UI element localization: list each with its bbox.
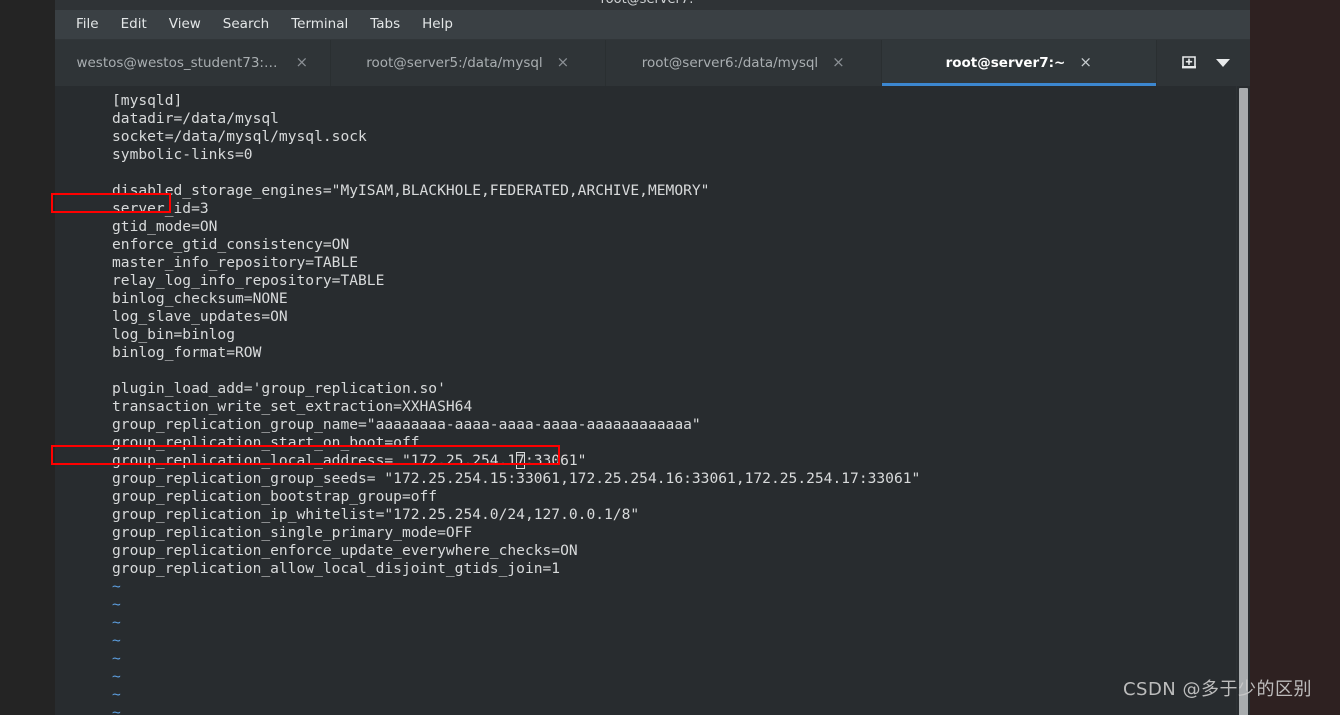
tab-label: root@server7:~: [945, 54, 1066, 71]
terminal-empty-line-marker: ~: [112, 703, 121, 715]
menu-terminal[interactable]: Terminal: [280, 12, 359, 36]
scrollbar-thumb[interactable]: [1239, 87, 1248, 715]
tab-root-server5[interactable]: root@server5:/data/mysql ×: [330, 39, 606, 86]
terminal-line: group_replication_local_address= "172.25…: [112, 451, 1236, 470]
terminal-line: group_replication_allow_local_disjoint_g…: [112, 559, 561, 577]
terminal-empty-line-marker: ~: [112, 649, 121, 667]
terminal-line: group_replication_group_seeds= "172.25.2…: [112, 469, 921, 487]
terminal-text-area[interactable]: [mysqld] datadir=/data/mysql socket=/data/…: [55, 85, 1236, 715]
terminal-line: relay_log_info_repository=TABLE: [112, 271, 385, 289]
terminal-empty-line-marker: ~: [112, 631, 121, 649]
menubar: File Edit View Search Terminal Tabs Help: [55, 9, 1250, 40]
terminal-empty-line-marker: ~: [112, 685, 121, 703]
terminal-line: socket=/data/mysql/mysql.sock: [112, 127, 367, 145]
tabbar-controls: [1157, 39, 1250, 86]
tab-label: root@server5:/data/mysql: [366, 54, 543, 71]
terminal-line: group_replication_single_primary_mode=OF…: [112, 523, 473, 541]
terminal-empty-line-marker: ~: [112, 667, 121, 685]
terminal-line: disabled_storage_engines="MyISAM,BLACKHO…: [112, 181, 710, 199]
desktop-background: [0, 0, 55, 715]
window-title: root@server7:~: [55, 0, 1250, 6]
tab-close-icon[interactable]: ×: [832, 55, 845, 70]
terminal-scrollbar[interactable]: [1236, 85, 1250, 715]
menu-tabs[interactable]: Tabs: [359, 12, 411, 36]
terminal-line: group_replication_group_name="aaaaaaaa-a…: [112, 415, 701, 433]
terminal-window: root@server7:~ File Edit View Search Ter…: [55, 0, 1250, 715]
terminal-empty-line-marker: ~: [112, 577, 121, 595]
menu-view[interactable]: View: [158, 12, 212, 36]
terminal-line: group_replication_bootstrap_group=off: [112, 487, 438, 505]
tab-close-icon[interactable]: ×: [1079, 55, 1092, 70]
tab-root-server6[interactable]: root@server6:/data/mysql ×: [606, 39, 882, 86]
terminal-line: [mysqld]: [112, 91, 183, 109]
menu-edit[interactable]: Edit: [110, 12, 158, 36]
terminal-line: group_replication_start_on_boot=off: [112, 433, 420, 451]
terminal-empty-line-marker: ~: [112, 595, 121, 613]
chevron-down-icon[interactable]: [1215, 58, 1230, 67]
terminal-line: group_replication_ip_whitelist="172.25.2…: [112, 505, 640, 523]
terminal-line: plugin_load_add='group_replication.so': [112, 379, 446, 397]
tab-root-server7[interactable]: root@server7:~ ×: [881, 39, 1157, 86]
terminal-cursor: 7: [516, 451, 525, 469]
terminal-line: group_replication_enforce_update_everywh…: [112, 541, 578, 559]
terminal-line: binlog_format=ROW: [112, 343, 262, 361]
screen: root@server7:~ File Edit View Search Ter…: [0, 0, 1340, 715]
new-tab-icon[interactable]: [1178, 50, 1200, 76]
terminal-line: enforce_gtid_consistency=ON: [112, 235, 350, 253]
tab-close-icon[interactable]: ×: [295, 55, 308, 70]
terminal-line: datadir=/data/mysql: [112, 109, 279, 127]
tab-label: westos@westos_student73:~…: [76, 54, 282, 71]
tabbar: westos@westos_student73:~… × root@server…: [55, 39, 1250, 86]
watermark: CSDN @多于少的区别: [1122, 679, 1312, 700]
tab-label: root@server6:/data/mysql: [641, 54, 819, 71]
terminal-line: log_slave_updates=ON: [112, 307, 288, 325]
terminal-empty-line-marker: ~: [112, 613, 121, 631]
terminal-body: [mysqld] datadir=/data/mysql socket=/data/…: [55, 85, 1250, 715]
menu-search[interactable]: Search: [212, 12, 280, 36]
tab-westos-student73[interactable]: westos@westos_student73:~… ×: [55, 39, 331, 86]
terminal-line: server_id=3: [112, 199, 209, 217]
terminal-line: log_bin=binlog: [112, 325, 236, 343]
menu-help[interactable]: Help: [411, 12, 464, 36]
terminal-line: transaction_write_set_extraction=XXHASH6…: [112, 397, 473, 415]
menu-file[interactable]: File: [65, 12, 110, 36]
terminal-line: binlog_checksum=NONE: [112, 289, 288, 307]
terminal-line: master_info_repository=TABLE: [112, 253, 359, 271]
terminal-line: gtid_mode=ON: [112, 217, 218, 235]
tab-close-icon[interactable]: ×: [557, 55, 570, 70]
terminal-line-text: group_replication_local_address= "172.25…: [112, 451, 517, 469]
terminal-line: symbolic-links=0: [112, 145, 253, 163]
window-titlebar: root@server7:~: [55, 0, 1250, 10]
terminal-line-text: :33061": [524, 451, 587, 469]
